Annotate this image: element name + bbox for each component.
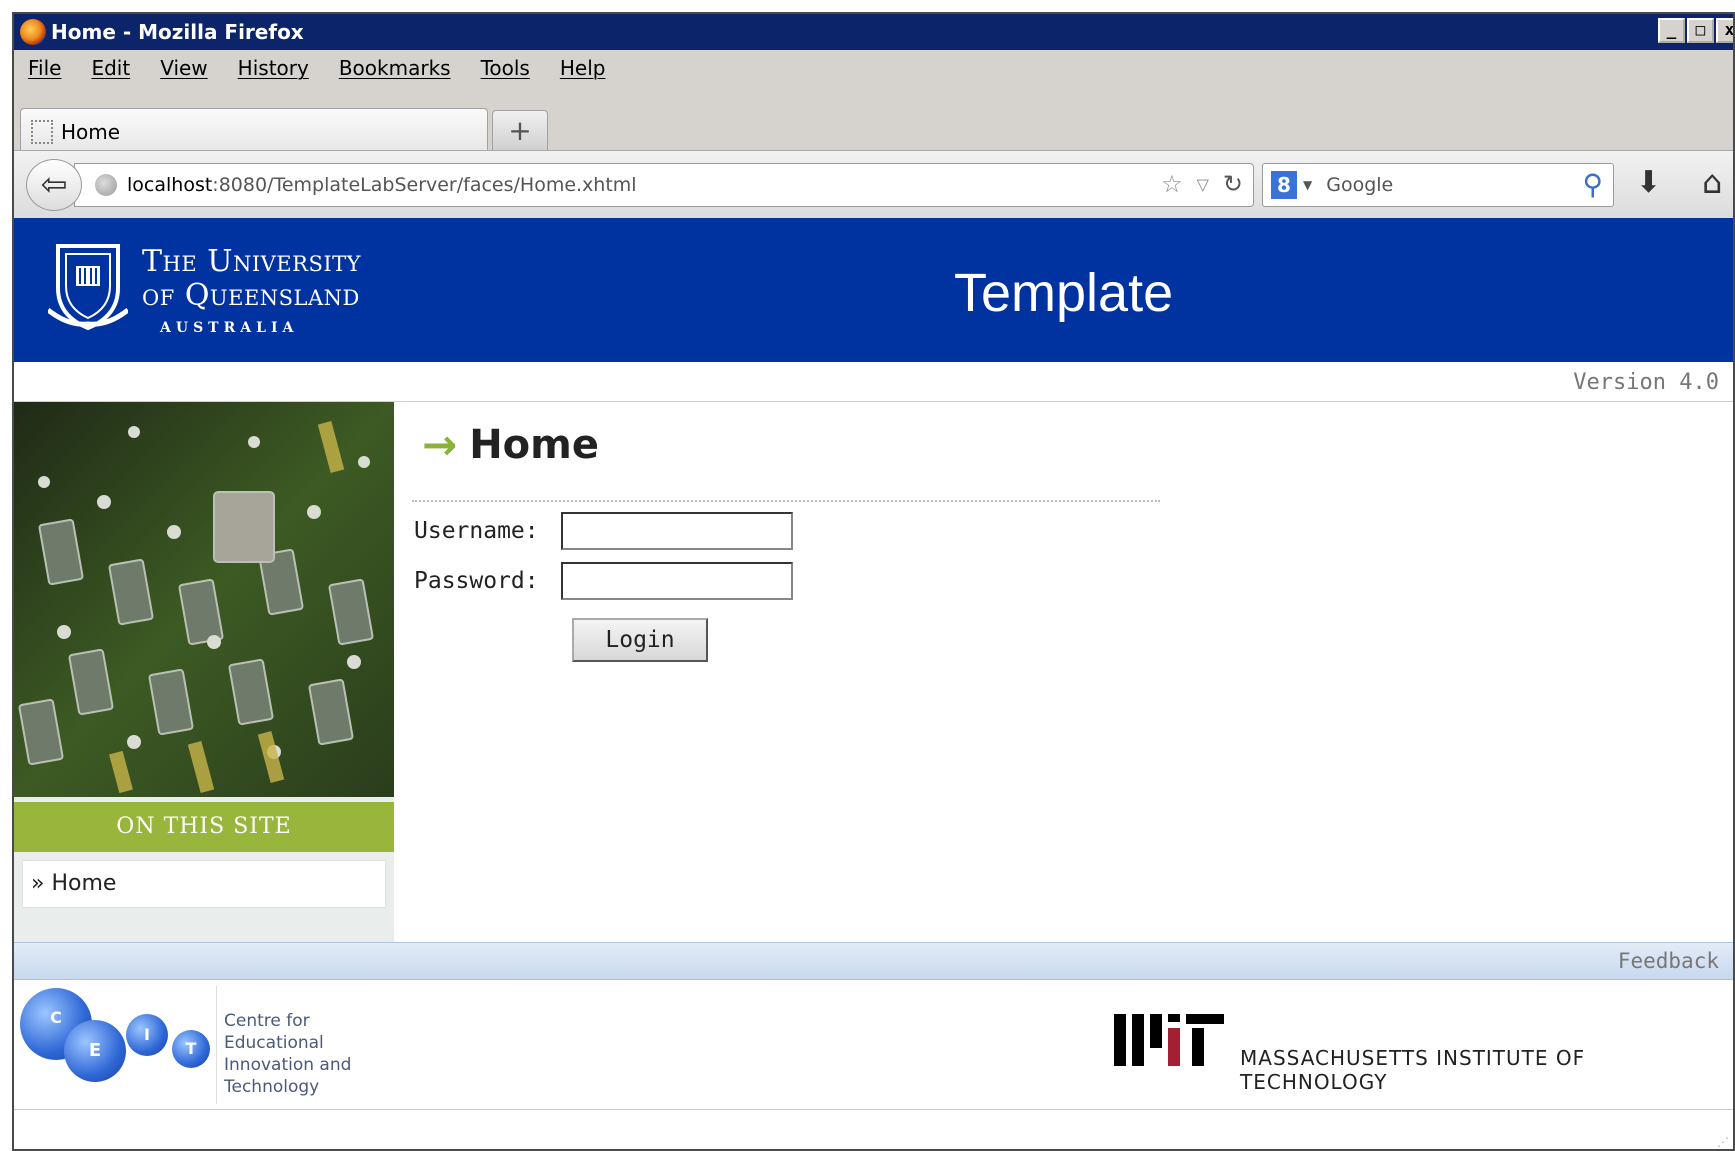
url-path: :8080/TemplateLabServer/faces/Home.xhtml xyxy=(212,174,637,196)
ceit-line3: Innovation and xyxy=(224,1055,352,1075)
menu-bar: File Edit View History Bookmarks Tools H… xyxy=(14,50,1733,86)
sidebar-section-title: ON THIS SITE xyxy=(14,802,394,852)
menu-tools[interactable]: Tools xyxy=(481,56,530,80)
search-bar[interactable]: 8 ▼ Google ⚲ xyxy=(1262,163,1614,207)
feedback-bar: Feedback xyxy=(14,942,1733,980)
title-bar: Home - Mozilla Firefox _ □ x xyxy=(14,14,1733,50)
uq-name-line3: AUSTRALIA xyxy=(160,320,299,336)
arrow-right-icon: → xyxy=(422,420,458,469)
uq-crest-icon xyxy=(48,244,128,331)
new-tab-button[interactable]: + xyxy=(492,110,548,152)
url-bar[interactable]: localhost:8080/TemplateLabServer/faces/H… xyxy=(74,163,1254,207)
password-row: Password: xyxy=(414,562,793,600)
circuit-board-image xyxy=(14,402,394,797)
footer: C E I T Centre for Educational Innovatio… xyxy=(14,980,1733,1110)
reload-icon[interactable]: ↻ xyxy=(1223,170,1243,200)
google-icon[interactable]: 8 xyxy=(1271,171,1297,199)
maximize-button[interactable]: □ xyxy=(1687,18,1714,43)
tab-strip: Home + xyxy=(14,94,1733,154)
username-row: Username: xyxy=(414,512,793,550)
globe-icon xyxy=(95,174,117,196)
mit-logo[interactable] xyxy=(1114,1010,1224,1066)
heading-divider xyxy=(412,500,1160,502)
url-host: localhost xyxy=(127,174,213,196)
status-bar: ⋰ xyxy=(14,1110,1733,1149)
menu-bookmarks[interactable]: Bookmarks xyxy=(339,56,451,80)
ceit-line2: Educational xyxy=(224,1033,324,1053)
page-icon xyxy=(31,119,53,144)
web-page: The University of Queensland AUSTRALIA T… xyxy=(14,218,1733,1149)
uq-logo[interactable]: The University of Queensland AUSTRALIA xyxy=(42,230,382,350)
ceit-ball-t: T xyxy=(172,1030,210,1068)
site-title: Template xyxy=(954,263,1174,323)
version-bar: Version 4.0 xyxy=(14,362,1733,402)
menu-edit[interactable]: Edit xyxy=(91,56,130,80)
ceit-ball-e: E xyxy=(64,1020,126,1082)
window-title: Home - Mozilla Firefox xyxy=(51,20,304,44)
tab-label: Home xyxy=(61,119,121,144)
tab-home[interactable]: Home xyxy=(20,108,488,154)
page-title: Home xyxy=(469,421,599,468)
feedback-link[interactable]: Feedback xyxy=(1618,949,1719,973)
ceit-ball-i: I xyxy=(126,1014,168,1056)
search-input[interactable]: Google xyxy=(1326,174,1393,196)
username-input[interactable] xyxy=(561,512,793,550)
download-icon[interactable]: ⬇ xyxy=(1636,165,1661,200)
ceit-line4: Technology xyxy=(224,1077,320,1097)
page-heading: → Home xyxy=(422,420,599,469)
main-content: → Home Username: Password: Login xyxy=(394,402,1733,942)
login-button[interactable]: Login xyxy=(572,618,708,662)
resize-grip-icon[interactable]: ⋰ xyxy=(1717,1135,1729,1149)
firefox-icon xyxy=(20,19,46,45)
minimize-button[interactable]: _ xyxy=(1658,18,1685,43)
search-engine-dropdown-icon[interactable]: ▼ xyxy=(1303,178,1312,192)
window-controls: _ □ x xyxy=(1658,18,1733,43)
ceit-divider xyxy=(216,986,217,1104)
bookmark-star-icon[interactable]: ☆ xyxy=(1161,170,1183,200)
navigation-bar: localhost:8080/TemplateLabServer/faces/H… xyxy=(14,150,1733,218)
home-icon[interactable]: ⌂ xyxy=(1702,163,1722,201)
uq-name-line2: of Queensland xyxy=(142,278,360,313)
history-dropdown-icon[interactable]: ▽ xyxy=(1197,170,1209,200)
search-icon[interactable]: ⚲ xyxy=(1582,168,1603,201)
menu-file[interactable]: File xyxy=(28,56,61,80)
back-button[interactable]: ⇦ xyxy=(26,159,82,211)
ceit-text: Centre for Educational Innovation and Te… xyxy=(224,1010,351,1098)
password-label: Password: xyxy=(414,568,539,594)
back-arrow-icon: ⇦ xyxy=(40,165,68,203)
password-input[interactable] xyxy=(561,562,793,600)
uq-name-line1: The University xyxy=(142,244,362,279)
username-label: Username: xyxy=(414,518,539,544)
site-header: The University of Queensland AUSTRALIA T… xyxy=(14,218,1733,362)
menu-help[interactable]: Help xyxy=(560,56,606,80)
menu-history[interactable]: History xyxy=(238,56,309,80)
url-icons: ☆ ▽ ↻ xyxy=(1161,170,1243,200)
browser-window: Home - Mozilla Firefox _ □ x File Edit V… xyxy=(12,12,1735,1151)
ceit-line1: Centre for xyxy=(224,1011,310,1031)
ceit-logo[interactable]: C E I T Centre for Educational Innovatio… xyxy=(18,984,358,1106)
close-button[interactable]: x xyxy=(1716,18,1733,43)
sidebar: ON THIS SITE » Home xyxy=(14,402,394,942)
mit-name: MASSACHUSETTS INSTITUTE OF TECHNOLOGY xyxy=(1240,1046,1586,1094)
version-label: Version 4.0 xyxy=(1573,370,1719,395)
menu-view[interactable]: View xyxy=(160,56,207,80)
sidebar-item-home[interactable]: » Home xyxy=(22,860,386,908)
